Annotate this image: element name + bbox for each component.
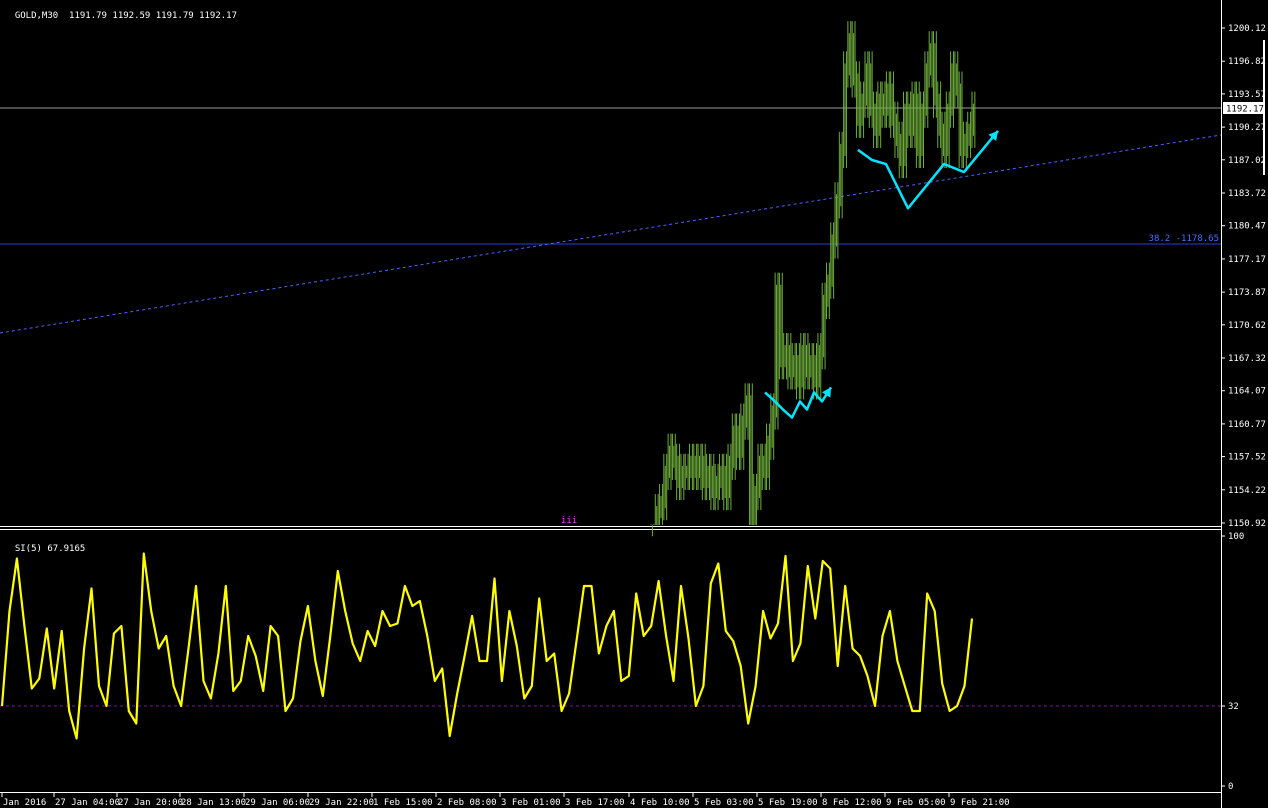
time-tick-label: 9 Feb 21:00 [950,798,1010,808]
fib-level-label: 38.2 -1178.65 [1149,234,1219,244]
price-tick-label: 1164.07 [1228,387,1266,397]
price-tick-label: 1154.22 [1228,486,1266,496]
price-tick-label: 1170.62 [1228,321,1266,331]
time-tick-label: 1 Feb 15:00 [373,798,433,808]
time-tick-label: 5 Feb 03:00 [694,798,754,808]
chart-canvas[interactable]: 38.2 -1178.65 iii 1200.12 1196.82 1193.57 11… [0,0,1268,808]
time-tick-label: 29 Jan 22:00 [309,798,374,808]
time-tick-label: 2 Feb 08:00 [437,798,497,808]
time-tick-label: 28 Jan 13:00 [181,798,246,808]
wave-label: iii [561,516,577,526]
current-price-label: 1192.17 [1226,104,1264,114]
time-tick-label: 8 Feb 12:00 [822,798,882,808]
trend-line [0,134,1222,334]
price-tick-label: 1196.82 [1228,57,1266,67]
si-line [0,552,974,740]
price-tick-label: 1160.77 [1228,420,1266,430]
si-tick-label: 0 [1228,782,1233,792]
time-tick-label: 3 Feb 17:00 [565,798,625,808]
time-tick-label: 4 Feb 10:00 [630,798,690,808]
price-tick-label: 1190.27 [1228,123,1266,133]
time-tick-label: Jan 2016 [3,798,46,808]
arrow-pattern-large-path [857,130,999,210]
price-tick-label: 1150.92 [1228,519,1266,529]
price-tick-label: 1173.87 [1228,288,1266,298]
time-tick-label: 27 Jan 20:00 [118,798,183,808]
time-tick-label: 5 Feb 19:00 [758,798,818,808]
price-tick-label: 1187.02 [1228,156,1266,166]
si-tick-label: 100 [1228,532,1244,542]
price-tick-label: 1177.17 [1228,255,1266,265]
time-tick-label: 29 Jan 06:00 [245,798,310,808]
price-tick-label: 1193.57 [1228,90,1266,100]
price-tick-label: 1183.72 [1228,189,1266,199]
price-tick-label: 1157.52 [1228,453,1266,463]
time-tick-label: 9 Feb 05:00 [886,798,946,808]
time-tick-label: 27 Jan 04:00 [55,798,120,808]
price-tick-label: 1167.32 [1228,354,1266,364]
time-tick-label: 3 Feb 01:00 [501,798,561,808]
si-tick-label: 32 [1228,702,1239,712]
price-tick-label: 1180.47 [1228,222,1266,232]
price-tick-label: 1200.12 [1228,24,1266,34]
